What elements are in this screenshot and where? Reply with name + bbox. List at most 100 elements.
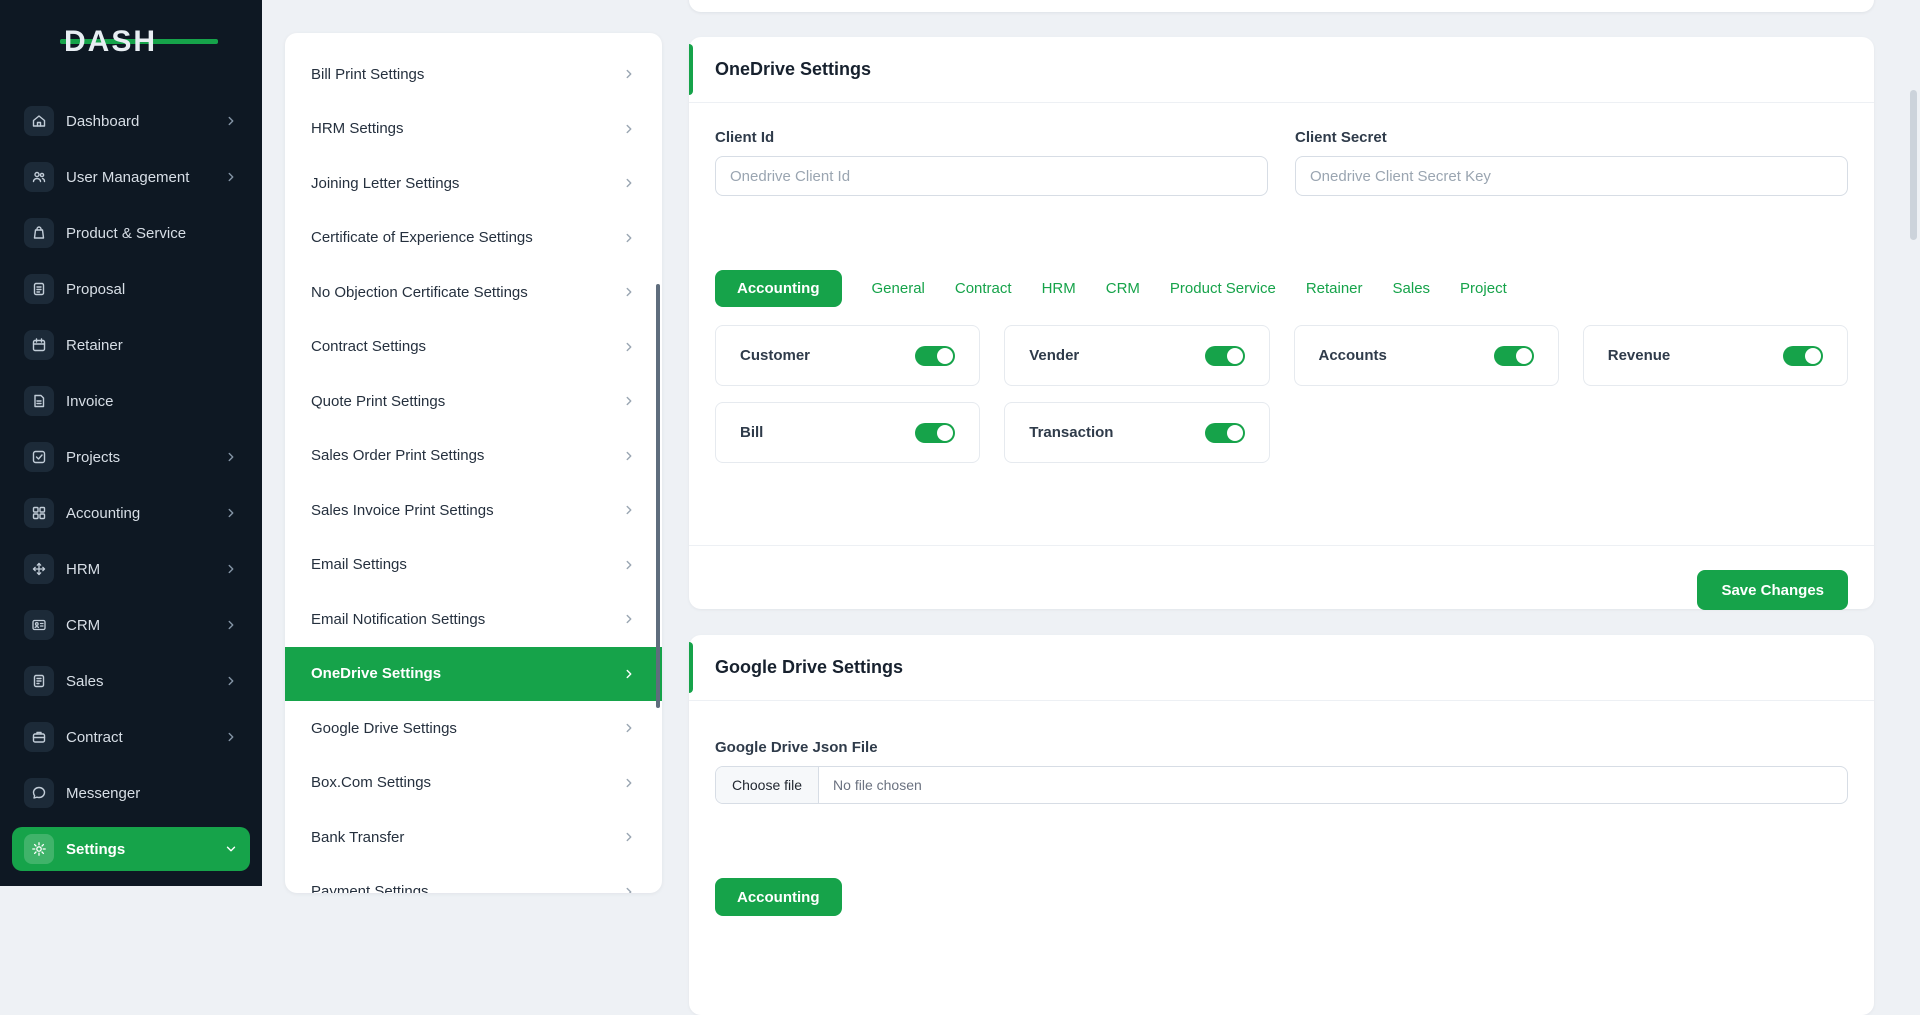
transaction-toggle[interactable] (1205, 423, 1245, 443)
settings-menu-item-partial[interactable]: Payment Settings (285, 865, 662, 894)
tab-general[interactable]: General (872, 280, 925, 297)
tab-product-service[interactable]: Product Service (1170, 280, 1276, 297)
sidebar-item-dashboard[interactable]: Dashboard (12, 99, 250, 143)
calendar-icon (24, 330, 54, 360)
settings-menu-item-label: Bank Transfer (311, 829, 404, 846)
client-id-field-group: Client Id (715, 129, 1268, 196)
sidebar-item-crm[interactable]: CRM (12, 603, 250, 647)
tab-project[interactable]: Project (1460, 280, 1507, 297)
google-drive-card-header: Google Drive Settings (689, 635, 1874, 701)
onedrive-card-header: OneDrive Settings (689, 37, 1874, 103)
sidebar-item-user-management[interactable]: User Management (12, 155, 250, 199)
settings-menu-item-onedrive[interactable]: OneDrive Settings (285, 647, 662, 702)
tab-contract[interactable]: Contract (955, 280, 1012, 297)
google-drive-card-title: Google Drive Settings (715, 657, 903, 678)
chevron-right-icon (224, 450, 238, 464)
sidebar-item-retainer[interactable]: Retainer (12, 323, 250, 367)
onedrive-fields: Client Id Client Secret (715, 129, 1848, 196)
choose-file-button[interactable]: Choose file (716, 767, 819, 803)
sidebar-item-label: Contract (66, 729, 123, 746)
settings-menu-item-google-drive[interactable]: Google Drive Settings (285, 701, 662, 756)
sidebar-item-product-service[interactable]: Product & Service (12, 211, 250, 255)
settings-menu-item-certificate-experience[interactable]: Certificate of Experience Settings (285, 211, 662, 266)
save-changes-button[interactable]: Save Changes (1697, 570, 1848, 610)
vender-toggle[interactable] (1205, 346, 1245, 366)
settings-menu-item-label: Bill Print Settings (311, 66, 424, 83)
accounts-toggle[interactable] (1494, 346, 1534, 366)
sidebar-item-accounting[interactable]: Accounting (12, 491, 250, 535)
settings-menu-item-email-notification[interactable]: Email Notification Settings (285, 592, 662, 647)
settings-menu-item-joining-letter[interactable]: Joining Letter Settings (285, 156, 662, 211)
sidebar-item-messenger[interactable]: Messenger (12, 771, 250, 815)
page-scrollbar[interactable] (1910, 90, 1917, 240)
gear-icon (24, 834, 54, 864)
settings-menu-item-label: No Objection Certificate Settings (311, 284, 528, 301)
customer-toggle[interactable] (915, 346, 955, 366)
settings-menu-item-bank-transfer[interactable]: Bank Transfer (285, 810, 662, 865)
briefcase-icon (24, 722, 54, 752)
tab-crm[interactable]: CRM (1106, 280, 1140, 297)
bill-toggle[interactable] (915, 423, 955, 443)
sidebar-item-settings[interactable]: Settings (12, 827, 250, 871)
invoice-icon (24, 386, 54, 416)
onedrive-settings-card: OneDrive Settings Client Id Client Secre… (689, 37, 1874, 609)
settings-menu-item-email[interactable]: Email Settings (285, 538, 662, 593)
settings-menu-item-label: Joining Letter Settings (311, 175, 459, 192)
google-drive-settings-card: Google Drive Settings Google Drive Json … (689, 635, 1874, 1015)
toggle-box-customer: Customer (715, 325, 980, 386)
toggle-label: Accounts (1319, 347, 1387, 364)
settings-menu-item-sales-order-print[interactable]: Sales Order Print Settings (285, 429, 662, 484)
onedrive-card-body: Client Id Client Secret Accounting Gener… (689, 103, 1874, 489)
settings-menu-item-sales-invoice-print[interactable]: Sales Invoice Print Settings (285, 483, 662, 538)
sidebar-item-sales[interactable]: Sales (12, 659, 250, 703)
settings-menu-item-boxcom[interactable]: Box.Com Settings (285, 756, 662, 811)
settings-menu-item-label: OneDrive Settings (311, 665, 441, 682)
toggle-box-revenue: Revenue (1583, 325, 1848, 386)
settings-menu-item-no-objection[interactable]: No Objection Certificate Settings (285, 265, 662, 320)
google-drive-card-body: Google Drive Json File Choose file No fi… (689, 701, 1874, 830)
chevron-right-icon (622, 67, 636, 81)
tab-retainer[interactable]: Retainer (1306, 280, 1363, 297)
sidebar-item-contract[interactable]: Contract (12, 715, 250, 759)
logo-text: DASH (64, 22, 204, 62)
tab-hrm[interactable]: HRM (1042, 280, 1076, 297)
id-card-icon (24, 610, 54, 640)
settings-menu-item-label: Sales Invoice Print Settings (311, 502, 494, 519)
file-text-icon (24, 666, 54, 696)
tab-accounting-partial[interactable]: Accounting (715, 878, 842, 916)
toggle-box-transaction: Transaction (1004, 402, 1269, 463)
sidebar-item-hrm[interactable]: HRM (12, 547, 250, 591)
document-icon (24, 274, 54, 304)
toggle-label: Vender (1029, 347, 1079, 364)
settings-menu-item-label: Email Notification Settings (311, 611, 485, 628)
tab-sales[interactable]: Sales (1393, 280, 1431, 297)
chevron-right-icon (224, 562, 238, 576)
cart-icon (24, 218, 54, 248)
settings-menu-item-contract[interactable]: Contract Settings (285, 320, 662, 375)
sidebar-item-label: Messenger (66, 785, 140, 802)
sidebar-item-label: HRM (66, 561, 100, 578)
client-id-label: Client Id (715, 129, 1268, 146)
settings-menu-scrollbar[interactable] (656, 284, 660, 708)
settings-menu-item-quote-print[interactable]: Quote Print Settings (285, 374, 662, 429)
chevron-down-icon (224, 842, 238, 856)
chevron-right-icon (622, 721, 636, 735)
sidebar-item-projects[interactable]: Projects (12, 435, 250, 479)
chevron-right-icon (622, 830, 636, 844)
module-tabs: Accounting General Contract HRM CRM Prod… (715, 270, 1848, 307)
tab-accounting[interactable]: Accounting (715, 270, 842, 307)
chevron-right-icon (622, 394, 636, 408)
settings-menu-item-label: Certificate of Experience Settings (311, 229, 533, 246)
settings-menu-item-hrm[interactable]: HRM Settings (285, 102, 662, 157)
google-drive-json-file-input[interactable]: Choose file No file chosen (715, 766, 1848, 804)
revenue-toggle[interactable] (1783, 346, 1823, 366)
sidebar-item-label: Proposal (66, 281, 125, 298)
sidebar-item-proposal[interactable]: Proposal (12, 267, 250, 311)
chevron-right-icon (622, 667, 636, 681)
client-secret-input[interactable] (1295, 156, 1848, 196)
toggle-label: Bill (740, 424, 763, 441)
client-id-input[interactable] (715, 156, 1268, 196)
settings-menu-item-label: HRM Settings (311, 120, 404, 137)
sidebar-item-invoice[interactable]: Invoice (12, 379, 250, 423)
settings-menu-item-bill-print[interactable]: Bill Print Settings (285, 47, 662, 102)
